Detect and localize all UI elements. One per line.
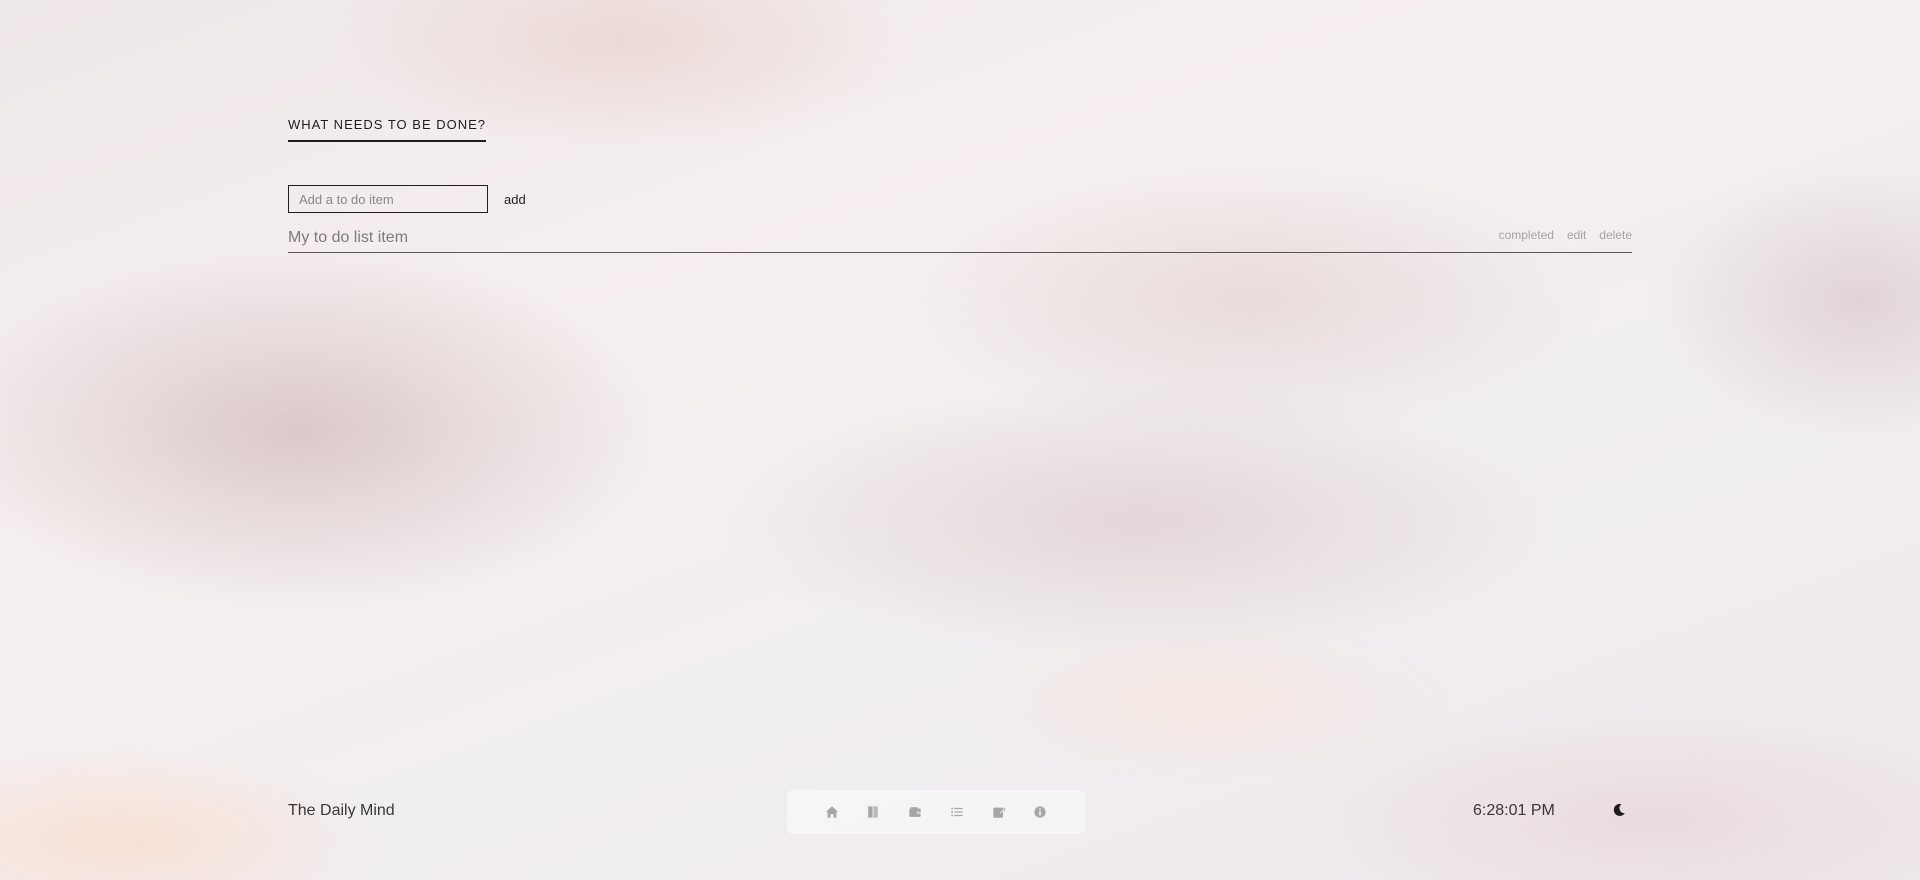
page-title: WHAT NEEDS TO BE DONE? — [288, 117, 487, 142]
delete-button[interactable]: delete — [1599, 228, 1632, 242]
wallet-icon[interactable] — [904, 801, 926, 823]
bottom-dock — [787, 790, 1085, 834]
edit-button[interactable]: edit — [1567, 228, 1586, 242]
home-icon[interactable] — [821, 801, 843, 823]
todo-section: WHAT NEEDS TO BE DONE? add My to do list… — [288, 116, 1632, 253]
clock-time: 6:28:01 PM — [1473, 802, 1555, 819]
todo-item-actions: completed edit delete — [1499, 228, 1632, 242]
brand-name: The Daily Mind — [288, 802, 395, 819]
add-button[interactable]: add — [504, 192, 526, 207]
book-icon[interactable] — [862, 801, 884, 823]
todo-list: My to do list item completed edit delete — [288, 223, 1632, 253]
todo-item: My to do list item completed edit delete — [288, 223, 1632, 253]
todo-input[interactable] — [288, 185, 488, 213]
moon-icon[interactable] — [1611, 802, 1627, 818]
list-icon[interactable] — [946, 801, 968, 823]
todo-item-text: My to do list item — [288, 228, 409, 246]
completed-button[interactable]: completed — [1499, 228, 1554, 242]
info-icon[interactable] — [1029, 801, 1051, 823]
note-edit-icon[interactable] — [988, 801, 1010, 823]
add-todo-row: add — [288, 185, 1632, 213]
